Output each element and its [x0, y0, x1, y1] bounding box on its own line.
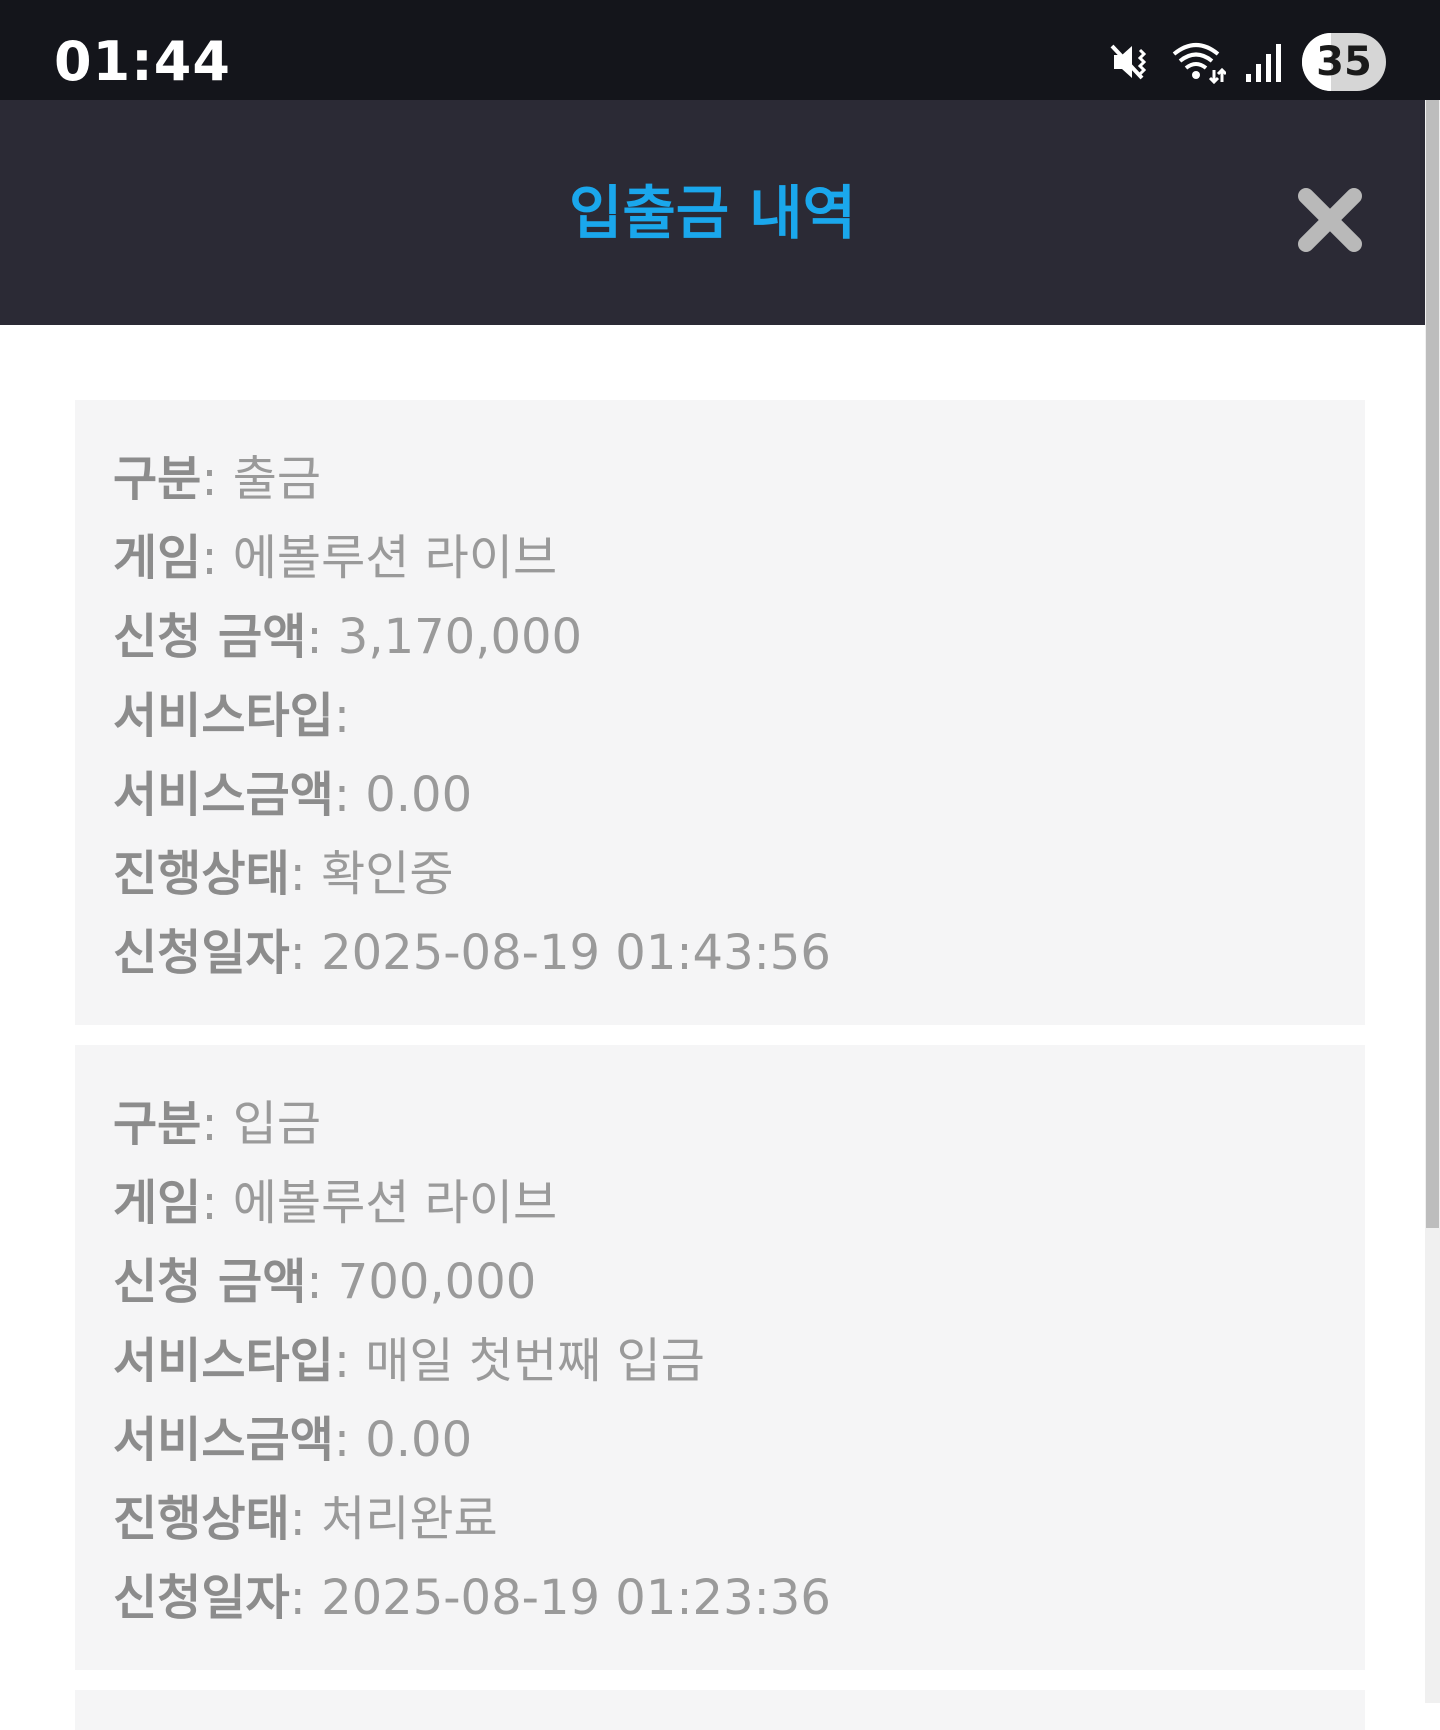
wifi-icon — [1170, 40, 1226, 84]
battery-icon: 35 — [1302, 33, 1386, 91]
record-type: 구분: 출금 — [113, 451, 322, 507]
record-amount: 신청 금액: 3,170,000 — [113, 609, 583, 665]
record-card-partial — [75, 1690, 1365, 1730]
record-status: 진행상태: 확인중 — [113, 846, 454, 902]
record-card: 구분: 입금 게임: 에볼루션 라이브 신청 금액: 700,000 서비스타입… — [75, 1045, 1365, 1670]
status-icons: 35 — [1108, 30, 1386, 94]
status-bar: 01:44 35 — [0, 0, 1440, 100]
record-date: 신청일자: 2025-08-19 01:43:56 — [113, 925, 831, 981]
mute-vibrate-icon — [1108, 40, 1152, 84]
record-date: 신청일자: 2025-08-19 01:23:36 — [113, 1570, 831, 1626]
scrollbar-thumb[interactable] — [1426, 100, 1439, 1228]
record-status: 진행상태: 처리완료 — [113, 1491, 498, 1547]
record-game: 게임: 에볼루션 라이브 — [113, 530, 558, 586]
record-type: 구분: 입금 — [113, 1096, 322, 1152]
status-time: 01:44 — [54, 30, 231, 93]
header: 입출금 내역 — [0, 100, 1425, 325]
record-amount: 신청 금액: 700,000 — [113, 1254, 537, 1310]
close-icon — [1298, 188, 1362, 252]
record-service-amount: 서비스금액: 0.00 — [113, 767, 473, 823]
signal-icon — [1244, 40, 1284, 84]
record-game: 게임: 에볼루션 라이브 — [113, 1175, 558, 1231]
record-card: 구분: 출금 게임: 에볼루션 라이브 신청 금액: 3,170,000 서비스… — [75, 400, 1365, 1025]
record-service-type: 서비스타입: — [113, 688, 350, 744]
close-button[interactable] — [1290, 180, 1370, 260]
record-service-amount: 서비스금액: 0.00 — [113, 1412, 473, 1468]
record-service-type: 서비스타입: 매일 첫번째 입금 — [113, 1333, 705, 1389]
page-title: 입출금 내역 — [569, 179, 856, 247]
battery-level: 35 — [1316, 39, 1372, 85]
